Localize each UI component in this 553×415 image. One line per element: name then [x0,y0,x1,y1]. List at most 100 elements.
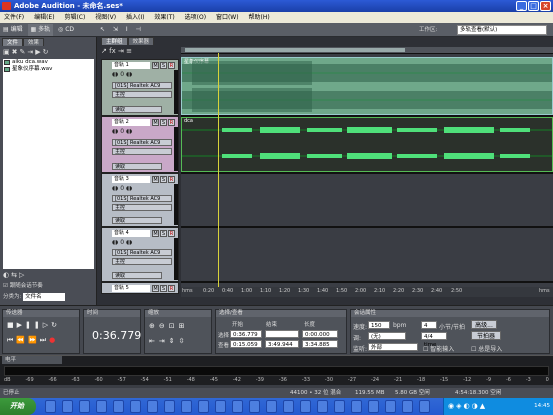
time-selection-tool-icon[interactable]: I [123,24,131,36]
record-button[interactable]: R [168,230,175,237]
pause-icon[interactable]: ❚❚ [25,321,43,329]
taskbar-app-icon[interactable] [249,400,260,413]
track-header-1[interactable]: 音轨 1 M S R ◖◗ 0 ◖◗ [01S] Realtek AC9 主控 … [101,59,179,116]
automation-mode-select[interactable]: 读取 [112,106,162,113]
taskbar-app-icon[interactable] [113,400,124,413]
menu-clip[interactable]: 剪辑(C) [60,12,89,23]
loop-file-icon[interactable]: ↻ [43,48,51,56]
taskbar-app-icon[interactable] [402,400,413,413]
view-length-field[interactable]: 3:34.885 [302,340,338,348]
automation-mode-select[interactable]: 读取 [112,272,162,279]
track-output-select[interactable]: 主控 [112,91,172,98]
play-icon[interactable]: ▶ [17,321,25,329]
monitor-dropdown[interactable]: 外部 [368,343,418,351]
multitrack-view-button[interactable]: ▦ 多轨 [27,24,54,36]
track-header-2[interactable]: 音轨 2 M S R ◖◗ 0 ◖◗ [01S] Realtek AC9 主控 … [101,116,179,173]
zoom-out-vertical-icon[interactable]: ⇳ [179,337,189,345]
record-button[interactable]: R [168,285,175,292]
play-from-cursor-icon[interactable]: ▷ [43,321,51,329]
stop-icon[interactable]: ■ [7,321,17,329]
tempo-field[interactable]: 150 [368,321,390,329]
fx-icon[interactable]: fx [109,47,116,55]
record-button[interactable]: R [168,176,175,183]
taskbar-app-icon[interactable] [385,400,396,413]
metronome-button[interactable]: 节拍器 [471,331,501,340]
smart-input-checkbox[interactable]: ☐ 智能输入 [423,344,454,353]
taskbar-app-icon[interactable] [130,400,141,413]
menu-insert[interactable]: 插入(I) [122,12,148,23]
volume-knob-icon[interactable]: ◖◗ 0 ◖◗ [112,71,132,78]
overview-range[interactable] [185,48,405,52]
edit-view-button[interactable]: ▤ 编辑 [0,24,26,36]
maximize-button[interactable]: □ [528,1,539,11]
time-signature-dropdown[interactable]: 4/4 time [421,332,447,348]
menu-help[interactable]: 帮助(H) [245,12,274,23]
track-output-select[interactable]: 主控 [112,148,172,155]
selection-end-field[interactable] [265,330,299,338]
menu-file[interactable]: 文件(F) [0,12,28,23]
automation-mode-select[interactable]: 读取 [112,163,162,170]
follow-tempo-checkbox[interactable]: ☑ 跟随会话节奏 [3,281,43,289]
time-ruler[interactable]: hms 0:20 0:40 1:00 1:10 1:20 1:30 1:40 1… [181,287,553,297]
audio-clip[interactable]: 星象仪序幕 [181,57,553,115]
track-header-3[interactable]: 音轨 3 M S R ◖◗ 0 ◖◗ [01S] Realtek AC9 主控 … [101,173,179,227]
taskbar-app-icon[interactable] [317,400,328,413]
selection-start-field[interactable]: 0:36.779 [230,330,262,338]
taskbar-app-icon[interactable] [147,400,158,413]
beats-field[interactable]: 4 [421,321,437,329]
taskbar-app-icon[interactable] [300,400,311,413]
zoom-left-edge-icon[interactable]: ⇤ [149,337,159,345]
track-output-select[interactable]: 主控 [112,204,172,211]
start-button[interactable]: 开始 [0,398,36,415]
import-file-icon[interactable]: ▣ [3,48,12,56]
input-icon[interactable]: ⇥ [118,47,124,55]
track-lane-2[interactable]: dca [181,116,553,173]
volume-knob-icon[interactable]: ◖◗ 0 ◖◗ [112,128,132,135]
view-end-field[interactable]: 3:49.944 [265,340,299,348]
pointer-tool-icon[interactable]: ↖ [97,24,108,36]
tab-main-group[interactable]: 主群组 [101,37,128,45]
record-button[interactable]: R [168,62,175,69]
mute-button[interactable]: M [152,230,159,237]
volume-knob-icon[interactable]: ◖◗ 0 ◖◗ [112,185,132,192]
scrub-tool-icon[interactable]: ⊣ [133,24,144,36]
menu-window[interactable]: 窗口(W) [212,12,243,23]
zoom-in-vertical-icon[interactable]: ⇕ [169,337,179,345]
solo-button[interactable]: S [160,230,167,237]
record-button[interactable]: R [168,119,175,126]
track-lane-3[interactable] [181,173,553,227]
go-start-icon[interactable]: ⏮ [7,336,16,344]
track-output-select[interactable]: 主控 [112,258,172,265]
close-button[interactable]: × [540,1,551,11]
clock[interactable]: 14:45 [534,403,550,409]
track-input-select[interactable]: [01S] Realtek AC9 [112,82,172,89]
taskbar-app-icon[interactable] [181,400,192,413]
taskbar-app-icon[interactable] [45,400,56,413]
volume-knob-icon[interactable]: ◖◗ 0 ◖◗ [112,239,132,246]
taskbar-app-icon[interactable] [266,400,277,413]
play-file-icon[interactable]: ▶ [35,48,42,56]
zoom-in-horizontal-icon[interactable]: ⊕ [149,322,159,330]
track-name[interactable]: 音轨 3 [112,176,150,183]
loop-icon[interactable]: ⇆ [11,271,19,279]
taskbar-app-icon[interactable] [96,400,107,413]
mute-button[interactable]: M [152,62,159,69]
solo-button[interactable]: S [160,62,167,69]
list-item[interactable]: aiku dca.wav [3,59,94,66]
automation-mode-select[interactable]: 读取 [112,217,162,224]
tab-effects[interactable]: 效果 [23,38,45,46]
record-icon[interactable]: ● [49,336,58,344]
track-name[interactable]: 音轨 4 [112,230,150,237]
tab-files[interactable]: 文件 [2,38,24,46]
mute-button[interactable]: M [152,285,159,292]
eq-icon[interactable]: ≡ [126,47,132,55]
rewind-icon[interactable]: ⏪ [16,336,28,344]
track-input-select[interactable]: [01S] Realtek AC9 [112,139,172,146]
always-input-checkbox[interactable]: ☐ 总是导入 [471,344,502,353]
audio-clip[interactable]: dca [181,117,553,172]
mute-button[interactable]: M [152,176,159,183]
track-name[interactable]: 音轨 5 [112,285,150,292]
view-start-field[interactable]: 0:15.059 [230,340,262,348]
track-header-4[interactable]: 音轨 4 M S R ◖◗ 0 ◖◗ [01S] Realtek AC9 主控 … [101,227,179,282]
zoom-right-edge-icon[interactable]: ⇥ [159,337,169,345]
